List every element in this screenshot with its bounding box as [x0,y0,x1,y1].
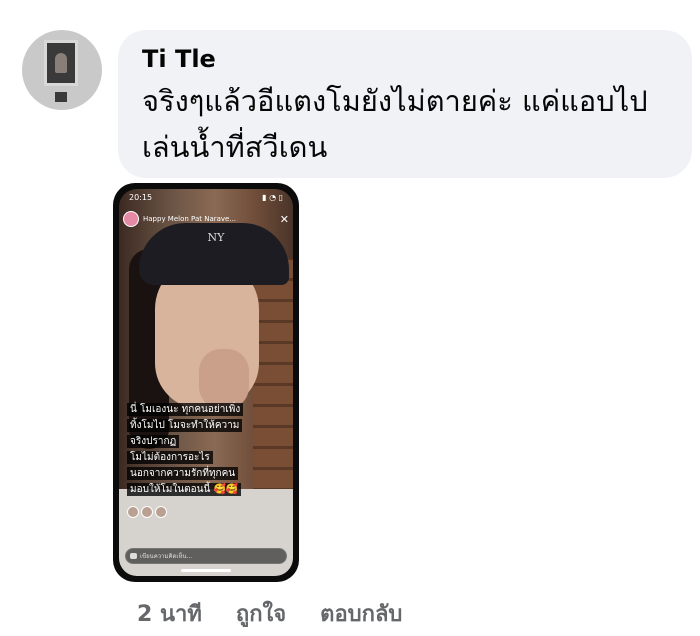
story-caption: นี่ โมเองนะ ทุกคนอย่าเพิ่ง ทิ้งโมไป โมจะ… [127,402,287,498]
close-icon: ✕ [279,212,289,226]
attached-story-screenshot[interactable]: NY 20:15 ▮ ◔ ▯ Happy Melon Pat Narave...… [113,183,299,582]
viewer-avatar [155,506,168,518]
story-account-avatar [123,211,139,227]
like-button[interactable]: ถูกใจ [236,596,286,631]
status-time: 20:15 [129,193,153,202]
caption-line: จริงปรากฏ [127,435,180,448]
story-account-name: Happy Melon Pat Narave... [143,215,237,223]
comment-actions: 2 นาที ถูกใจ ตอบกลับ [137,596,402,631]
home-indicator [181,569,231,572]
commenter-avatar[interactable] [22,30,102,110]
story-photo: NY 20:15 ▮ ◔ ▯ Happy Melon Pat Narave...… [119,189,293,576]
caption-line: นอกจากความรักที่ทุกคน [127,467,239,480]
comment-timestamp[interactable]: 2 นาที [137,596,202,631]
viewer-avatar [141,506,154,518]
caption-line: ทิ้งโมไป โมจะทำให้ความ [127,419,243,432]
comment-author[interactable]: Ti Tle [142,44,672,74]
reply-button[interactable]: ตอบกลับ [320,596,402,631]
viewer-avatar [127,506,139,518]
avatar-picture-frame [44,40,78,86]
story-viewers [127,503,187,527]
caption-line: โมไม่ต้องการอะไร [127,451,213,464]
hand [199,349,249,409]
avatar-wall-switch [55,92,67,102]
cap-logo: NY [207,231,225,244]
caption-line: นี่ โมเองนะ ทุกคนอย่าเพิ่ง [127,403,244,416]
story-header: Happy Melon Pat Narave... ✕ [123,211,289,227]
caption-line: มอบให้โมในตอนนี้ 🥰🥰 [127,483,242,496]
comment-bubble: Ti Tle จริงๆแล้วอีแตงโมยังไม่ตายค่ะ แค่แ… [118,30,692,178]
comment-text: จริงๆแล้วอีแตงโมยังไม่ตายค่ะ แค่แอบไป เล… [142,84,648,164]
status-icons: ▮ ◔ ▯ [262,193,283,202]
story-reply-field: เขียนความคิดเห็น... [125,548,287,564]
status-bar: 20:15 ▮ ◔ ▯ [129,193,283,205]
